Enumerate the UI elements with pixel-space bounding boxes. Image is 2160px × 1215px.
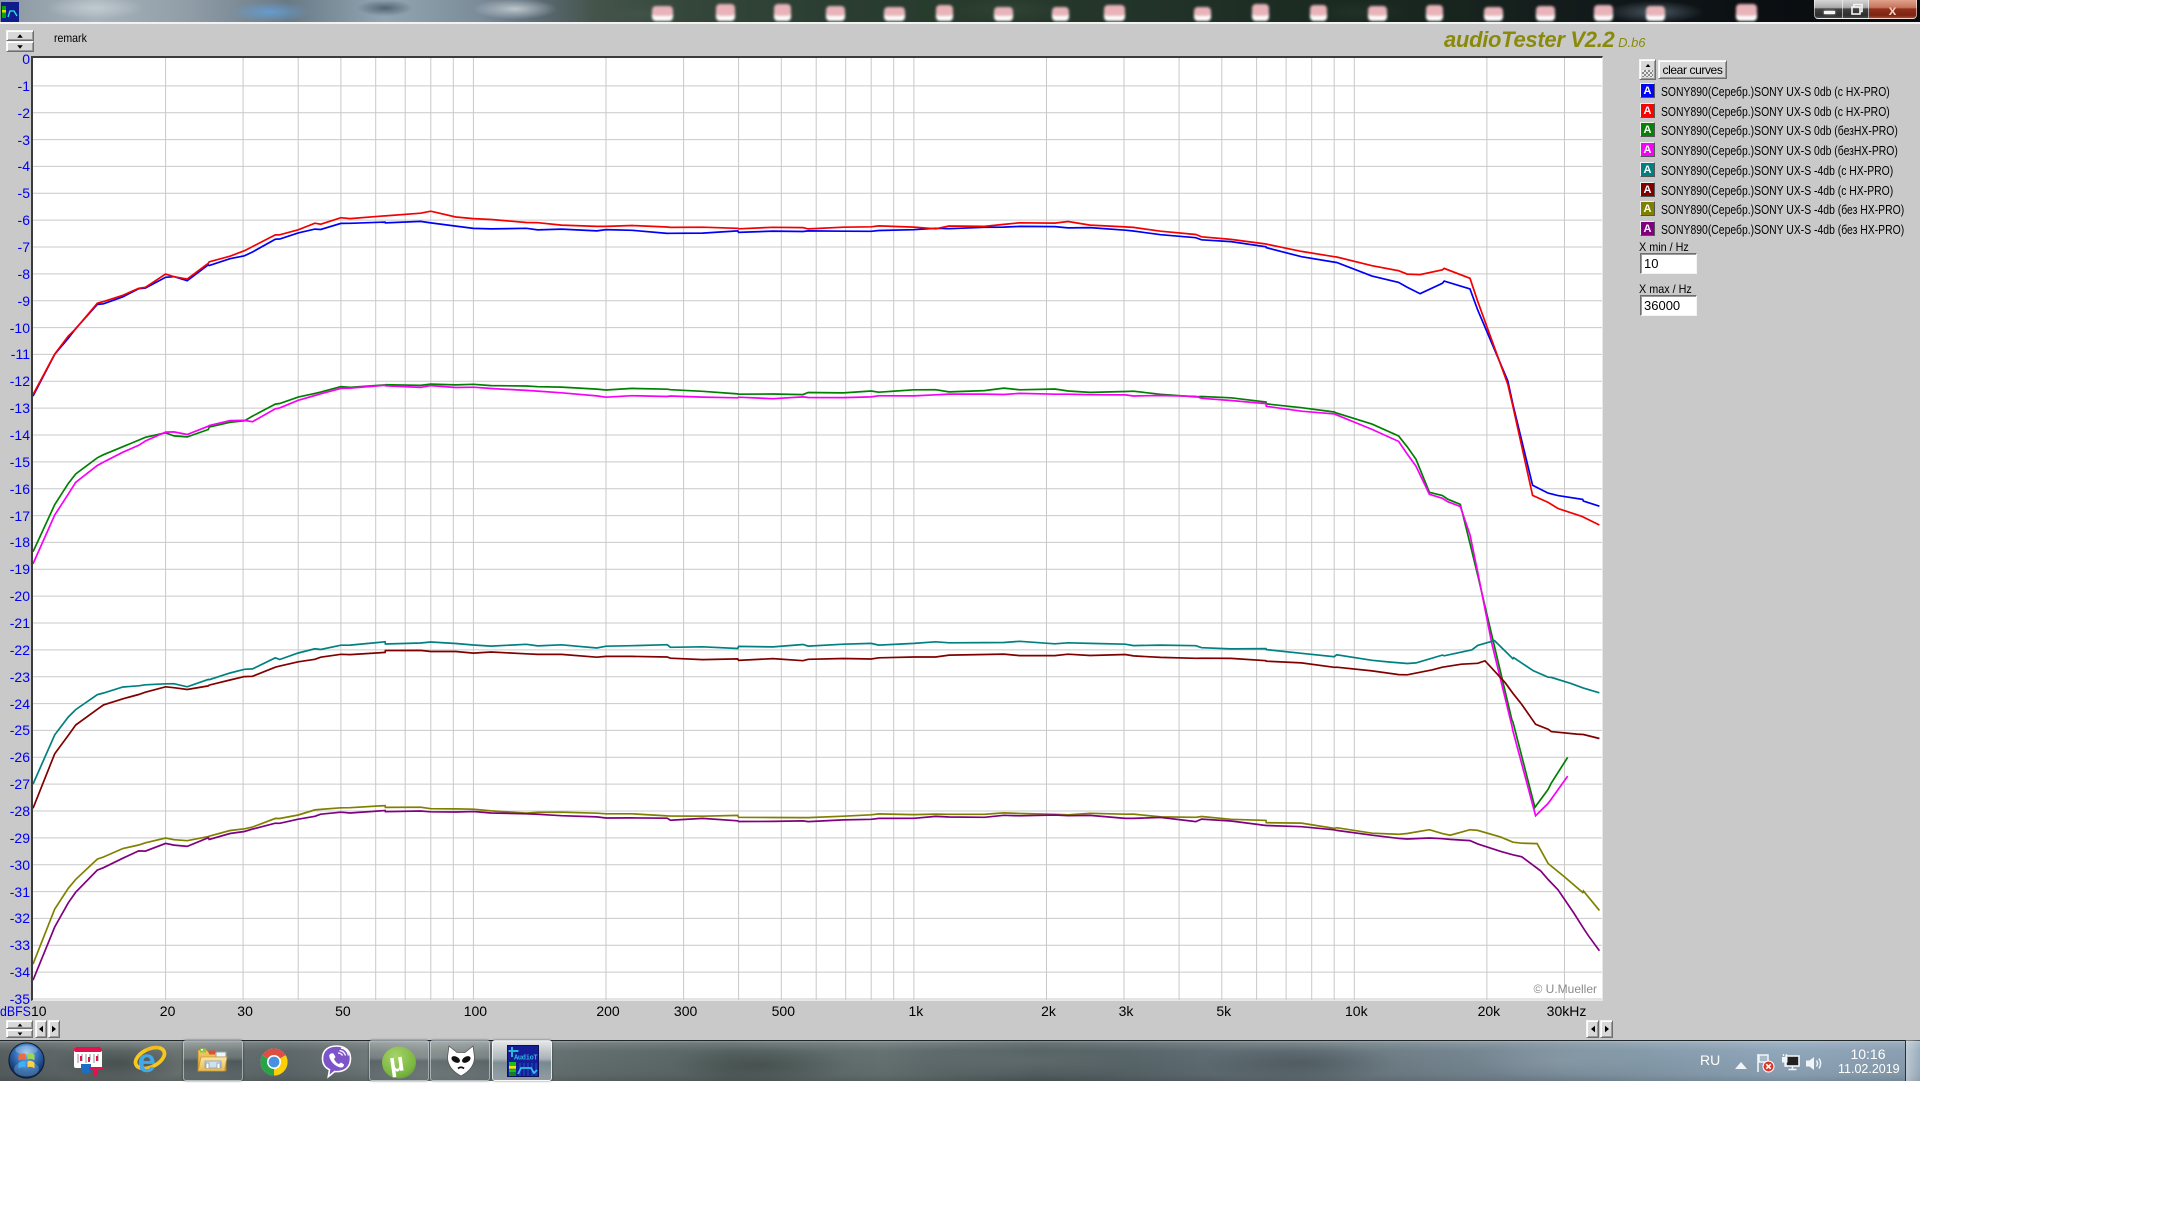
svg-text:e: e (138, 1043, 156, 1079)
svg-text:AudioT: AudioT (514, 1055, 538, 1063)
